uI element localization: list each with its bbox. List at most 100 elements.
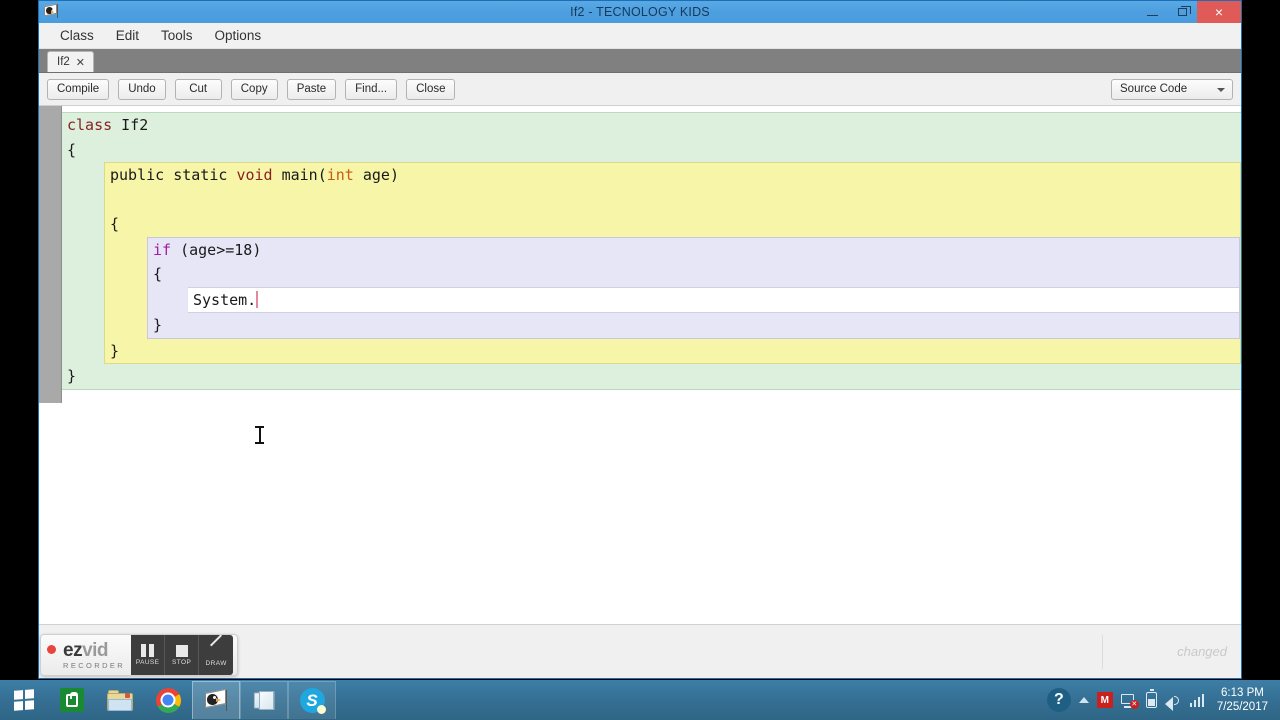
- window-titlebar[interactable]: If2 - TECNOLOGY KIDS ×: [39, 1, 1241, 23]
- file-explorer-icon: [107, 689, 133, 711]
- notepad-icon: [251, 690, 277, 712]
- ezvid-controls: PAUSE STOP DRAW: [131, 633, 234, 675]
- class-name: If2: [112, 116, 149, 134]
- network-disconnected-icon[interactable]: ✕: [1120, 693, 1139, 709]
- ezvid-stop-button[interactable]: STOP: [165, 635, 200, 675]
- bluej-icon: [203, 688, 229, 712]
- battery-icon[interactable]: [1145, 689, 1157, 708]
- skype-icon: S: [299, 688, 326, 714]
- keyword-int: int: [326, 166, 354, 184]
- code-line-if-statement: if (age>=18): [148, 238, 1239, 263]
- edit-line-text: System.: [193, 290, 257, 309]
- minimize-icon: [1146, 14, 1158, 16]
- bluej-penguin-icon: [43, 3, 59, 20]
- editor-empty-space[interactable]: [39, 403, 1241, 624]
- taskbar-item-file-explorer[interactable]: [96, 681, 144, 719]
- menu-options[interactable]: Options: [204, 25, 273, 46]
- taskbar-apps: S: [48, 680, 336, 720]
- windows-taskbar: S ? M ✕ 6:13 PM 7/25/2017: [0, 680, 1280, 720]
- mcafee-icon[interactable]: M: [1096, 692, 1113, 708]
- method-modifiers: public static: [110, 166, 237, 184]
- code-line-class-close-brace: }: [67, 367, 77, 385]
- pause-icon: [141, 644, 155, 657]
- ezvid-pause-button[interactable]: PAUSE: [131, 635, 166, 675]
- chevron-down-icon: [1217, 87, 1225, 92]
- tab-strip: If2 ✕: [39, 49, 1241, 73]
- taskbar-item-skype[interactable]: S: [288, 681, 336, 719]
- tab-label: If2: [57, 56, 70, 68]
- taskbar-item-store[interactable]: [48, 681, 96, 719]
- paste-button[interactable]: Paste: [286, 78, 337, 100]
- current-edit-line[interactable]: System.: [188, 286, 1239, 313]
- recording-indicator-icon: [47, 644, 56, 654]
- signal-bars-icon[interactable]: [1189, 693, 1207, 707]
- code-line-system-statement: System.: [188, 288, 1239, 313]
- window-controls: ×: [1137, 1, 1241, 23]
- keyword-void: void: [236, 166, 273, 184]
- stop-icon: [175, 644, 188, 657]
- start-button[interactable]: [0, 680, 48, 720]
- view-selector-dropdown[interactable]: Source Code: [1111, 78, 1233, 100]
- ezvid-draw-button[interactable]: DRAW: [199, 633, 233, 675]
- editor-toolbar: Compile Undo Cut Copy Paste Find... Clos…: [39, 73, 1241, 106]
- volume-icon[interactable]: [1164, 693, 1182, 711]
- code-line-if-open-brace: {: [153, 265, 163, 283]
- keyword-if: if: [153, 240, 172, 259]
- view-selector-value: Source Code: [1120, 83, 1188, 95]
- text-caret: [256, 290, 259, 308]
- restore-icon: [1177, 6, 1191, 16]
- window-title: If2 - TECNOLOGY KIDS: [570, 5, 710, 19]
- show-hidden-icons-icon[interactable]: [1078, 697, 1089, 703]
- code-text-area[interactable]: class If2 { public static void main(int …: [62, 106, 1241, 403]
- store-icon: [60, 688, 84, 712]
- code-line-class-open-brace: {: [67, 140, 77, 159]
- taskbar-clock[interactable]: 6:13 PM 7/25/2017: [1215, 686, 1274, 714]
- help-icon[interactable]: ?: [1046, 688, 1071, 712]
- ezvid-stop-label: STOP: [172, 658, 192, 666]
- clock-time: 6:13 PM: [1221, 687, 1264, 699]
- undo-button[interactable]: Undo: [118, 78, 166, 100]
- menu-class[interactable]: Class: [49, 25, 105, 46]
- if-condition: (age>=18): [171, 240, 262, 259]
- taskbar-item-chrome[interactable]: [144, 681, 192, 719]
- status-message: changed: [1177, 644, 1227, 659]
- maximize-button[interactable]: [1167, 1, 1197, 23]
- tab-if2[interactable]: If2 ✕: [47, 51, 95, 72]
- minimize-button[interactable]: [1137, 1, 1167, 23]
- editor-area: class If2 { public static void main(int …: [39, 106, 1241, 624]
- ezvid-draw-label: DRAW: [205, 659, 227, 667]
- code-line-blank-1: [105, 188, 1240, 213]
- code-line-if-close-brace: }: [153, 316, 163, 334]
- windows-logo-icon: [14, 689, 34, 711]
- ezvid-brand: ezvid RECORDER: [63, 641, 125, 670]
- code-line-method-open-brace: {: [110, 215, 120, 233]
- system-tray: ? M ✕ 6:13 PM 7/25/2017: [1046, 680, 1280, 720]
- close-button[interactable]: ×: [1197, 1, 1241, 23]
- editor-row: class If2 { public static void main(int …: [39, 106, 1241, 403]
- ezvid-recorder-overlay[interactable]: ezvid RECORDER PAUSE STOP DRAW: [40, 633, 238, 676]
- code-line-class-decl: class If2: [62, 113, 1241, 138]
- code-line-method-signature: public static void main(int age): [105, 163, 1240, 188]
- close-icon: ×: [1214, 4, 1224, 20]
- tab-close-icon[interactable]: ✕: [76, 56, 85, 69]
- find-button[interactable]: Find...: [345, 78, 398, 100]
- menu-tools[interactable]: Tools: [150, 25, 204, 46]
- cut-button[interactable]: Cut: [174, 78, 222, 100]
- ezvid-subtitle: RECORDER: [63, 660, 126, 670]
- desktop: If2 - TECNOLOGY KIDS × Class Edit Tools …: [0, 0, 1280, 720]
- code-line-method-close-brace: }: [110, 341, 120, 360]
- editor-gutter[interactable]: [39, 106, 62, 403]
- scope-method-block: public static void main(int age) { if (a…: [104, 162, 1241, 364]
- compile-button[interactable]: Compile: [47, 78, 110, 100]
- status-divider: [1102, 635, 1103, 669]
- menu-edit[interactable]: Edit: [105, 25, 150, 46]
- close-editor-button[interactable]: Close: [406, 78, 456, 100]
- copy-button[interactable]: Copy: [230, 78, 278, 100]
- taskbar-item-notepad[interactable]: [240, 681, 288, 719]
- bluej-editor-window: If2 - TECNOLOGY KIDS × Class Edit Tools …: [38, 0, 1242, 679]
- method-name: main(: [272, 166, 327, 184]
- scope-class-block: class If2 { public static void main(int …: [62, 112, 1241, 390]
- ezvid-brand-light: vid: [82, 639, 109, 661]
- pencil-icon: [209, 633, 223, 658]
- taskbar-item-bluej[interactable]: [192, 681, 240, 719]
